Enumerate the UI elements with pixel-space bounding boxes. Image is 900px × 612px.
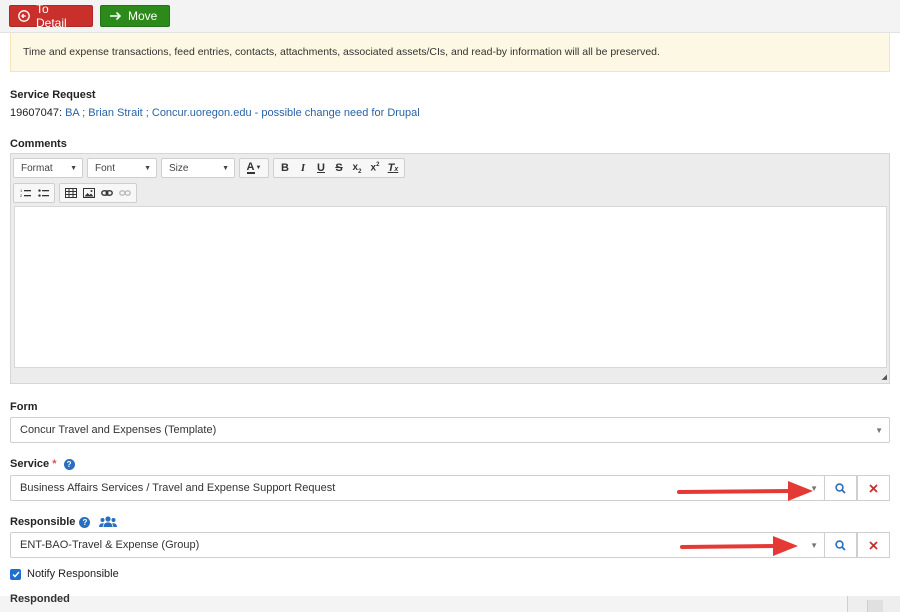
- chevron-down-icon: ▼: [70, 164, 77, 172]
- scrollbar[interactable]: [867, 600, 883, 612]
- question-circle-icon[interactable]: ?: [79, 516, 91, 528]
- users-icon[interactable]: [99, 516, 118, 528]
- responsible-search-button[interactable]: [824, 532, 857, 558]
- superscript-button[interactable]: x2: [366, 159, 384, 177]
- service-request-line: 19607047: BA ; Brian Strait ; Concur.uor…: [10, 107, 420, 119]
- action-toolbar: To Detail Move: [0, 0, 900, 33]
- search-icon: [835, 482, 846, 494]
- text-color-icon: A: [246, 161, 255, 174]
- underline-icon: U: [317, 162, 325, 174]
- table-icon: [65, 188, 77, 198]
- font-dropdown-label: Font: [95, 162, 116, 174]
- remove-format-button[interactable]: Tx: [384, 159, 402, 177]
- strikethrough-icon: S: [335, 162, 343, 174]
- list-group: 12: [13, 183, 55, 203]
- service-label: Service: [10, 458, 50, 470]
- responsible-select-value: ENT-BAO-Travel & Expense (Group): [20, 539, 200, 551]
- preservation-notice-text: Time and expense transactions, feed entr…: [23, 46, 660, 58]
- service-request-link[interactable]: BA ; Brian Strait ; Concur.uoregon.edu -…: [65, 107, 420, 119]
- size-dropdown[interactable]: Size ▼: [161, 158, 235, 178]
- image-button[interactable]: [80, 184, 98, 202]
- move-label: Move: [128, 9, 158, 23]
- responsible-label: Responsible: [10, 516, 76, 528]
- italic-button[interactable]: I: [294, 159, 312, 177]
- insert-group: [59, 183, 137, 203]
- notify-responsible-checkbox[interactable]: [10, 568, 21, 580]
- editor-toolbar-row-2: 12: [13, 182, 141, 204]
- close-icon: [869, 483, 878, 493]
- question-circle-icon[interactable]: ?: [63, 459, 75, 470]
- circle-arrow-left-icon: [18, 10, 30, 22]
- service-label-row: Service * ?: [10, 458, 75, 470]
- to-detail-label: To Detail: [36, 2, 67, 30]
- text-color-button[interactable]: A ▼: [242, 159, 266, 177]
- move-button[interactable]: Move: [100, 5, 170, 27]
- link-icon: [101, 190, 113, 196]
- to-detail-button[interactable]: To Detail: [9, 2, 93, 30]
- form-select-value: Concur Travel and Expenses (Template): [20, 424, 217, 436]
- numbered-list-button[interactable]: 12: [16, 184, 34, 202]
- image-icon: [83, 188, 95, 198]
- responded-label: Responded: [10, 593, 70, 605]
- service-clear-button[interactable]: [857, 475, 890, 501]
- format-dropdown[interactable]: Format ▼: [13, 158, 83, 178]
- resize-handle-icon[interactable]: ◢: [882, 373, 887, 381]
- arrow-right-icon: [109, 10, 122, 22]
- annotation-arrow-responsible: [680, 536, 798, 556]
- check-icon: [11, 571, 20, 578]
- close-icon: [869, 540, 878, 550]
- service-request-label: Service Request: [10, 89, 96, 101]
- strikethrough-button[interactable]: S: [330, 159, 348, 177]
- annotation-arrow-service: [677, 481, 813, 501]
- form-label: Form: [10, 401, 38, 413]
- font-dropdown[interactable]: Font ▼: [87, 158, 157, 178]
- service-search-button[interactable]: [824, 475, 857, 501]
- notify-responsible-label: Notify Responsible: [27, 568, 119, 580]
- link-button[interactable]: [98, 184, 116, 202]
- unlink-icon: [119, 190, 131, 196]
- chevron-down-icon: ▼: [144, 164, 151, 172]
- basic-styles-group: B I U S x2 x2 Tx: [273, 158, 405, 178]
- numbered-list-icon: 12: [20, 188, 31, 198]
- editor-toolbar-row-1: Format ▼ Font ▼ Size ▼ A ▼ B I U S x2 x2 …: [13, 157, 409, 179]
- underline-button[interactable]: U: [312, 159, 330, 177]
- format-dropdown-label: Format: [21, 162, 53, 174]
- chevron-down-icon: ▼: [222, 164, 229, 172]
- italic-icon: I: [300, 162, 306, 174]
- unlink-button[interactable]: [116, 184, 134, 202]
- responsible-clear-button[interactable]: [857, 532, 890, 558]
- service-select-value: Business Affairs Services / Travel and E…: [20, 482, 336, 494]
- required-marker: *: [52, 458, 57, 470]
- service-request-id: 19607047:: [10, 107, 62, 119]
- bold-button[interactable]: B: [276, 159, 294, 177]
- size-dropdown-label: Size: [169, 162, 189, 174]
- comments-editor: Format ▼ Font ▼ Size ▼ A ▼ B I U S x2 x2 …: [10, 153, 890, 384]
- preservation-notice: Time and expense transactions, feed entr…: [10, 33, 890, 72]
- superscript-icon: x2: [370, 162, 380, 174]
- bold-icon: B: [281, 162, 289, 174]
- notify-responsible-row: Notify Responsible: [10, 568, 119, 580]
- comments-label: Comments: [10, 138, 67, 150]
- form-select[interactable]: Concur Travel and Expenses (Template) ▼: [10, 417, 890, 443]
- subscript-button[interactable]: x2: [348, 159, 366, 177]
- bulleted-list-button[interactable]: [34, 184, 52, 202]
- subscript-icon: x2: [352, 161, 362, 175]
- text-color-group: A ▼: [239, 158, 269, 178]
- svg-text:2: 2: [20, 193, 23, 198]
- responsible-label-row: Responsible ?: [10, 516, 118, 528]
- chevron-down-icon: ▼: [810, 541, 818, 550]
- table-button[interactable]: [62, 184, 80, 202]
- bulleted-list-icon: [37, 189, 49, 197]
- remove-format-icon: Tx: [387, 162, 399, 174]
- chevron-down-icon: ▼: [875, 426, 883, 435]
- panel-bottom-edge: [0, 596, 848, 612]
- comments-text-area[interactable]: [14, 206, 887, 368]
- search-icon: [835, 539, 846, 551]
